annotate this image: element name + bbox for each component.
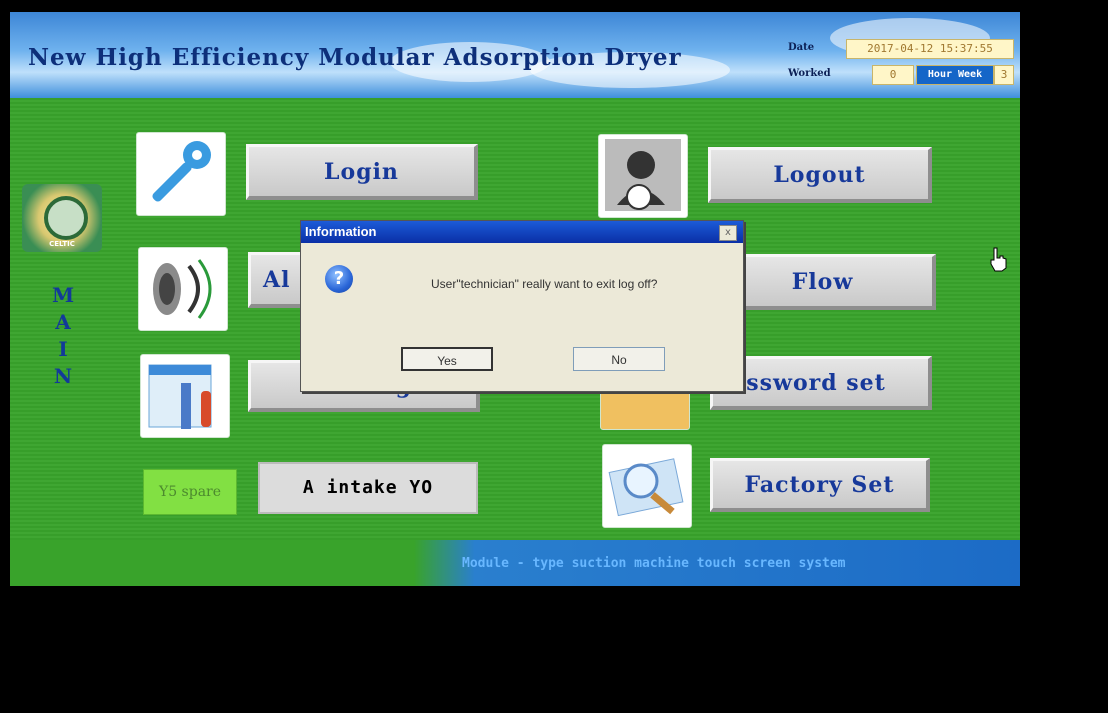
hour-week-label: Hour Week [916,65,994,85]
a-intake-y0-button[interactable]: A intake YO [258,462,478,514]
hand-cursor-icon [990,247,1007,272]
factory-set-button[interactable]: Factory Set [710,458,930,512]
date-value: 2017-04-12 15:37:55 [846,39,1014,59]
date-label: Date [788,42,815,53]
dialog-message: User"technician" really want to exit log… [431,277,658,291]
no-button[interactable]: No [573,347,665,371]
user-logout-icon [598,134,688,218]
question-icon: ? [325,265,353,293]
app-title: New High Efficiency Modular Adsorption D… [28,44,682,71]
dialog-title: Information [305,224,377,239]
hmi-screen: New High Efficiency Modular Adsorption D… [10,12,1020,586]
magnifier-icon [602,444,692,528]
header-banner: New High Efficiency Modular Adsorption D… [10,12,1020,98]
yes-button[interactable]: Yes [401,347,493,371]
dialog-titlebar: Information x [301,221,743,243]
speaker-icon [138,247,228,331]
main-vertical-label: MAIN [52,283,75,388]
key-icon [136,132,226,216]
worked-value: 0 [872,65,914,85]
tools-icon [140,354,230,438]
hour-week-value: 3 [994,65,1014,85]
login-button[interactable]: Login [246,144,478,200]
worked-label: Worked [788,68,831,79]
logout-button[interactable]: Logout [708,147,932,203]
y5-spare-indicator[interactable]: Y5 spare [143,469,237,515]
footer-banner: Module - type suction machine touch scre… [10,540,1020,586]
close-icon[interactable]: x [719,225,737,241]
info-dialog: Information x ? User"technician" really … [300,220,744,392]
company-logo: CELTIC [22,184,102,252]
footer-text: Module - type suction machine touch scre… [462,556,846,571]
